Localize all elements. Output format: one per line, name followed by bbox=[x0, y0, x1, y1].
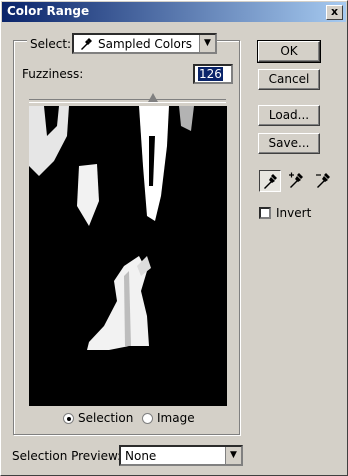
fuzziness-slider-thumb[interactable] bbox=[148, 93, 158, 102]
title-bar: Color Range x bbox=[2, 2, 346, 22]
fuzziness-slider-track[interactable] bbox=[29, 99, 226, 103]
preview-mask-image bbox=[29, 106, 227, 406]
ok-button[interactable]: OK bbox=[257, 40, 321, 63]
radio-selection-button[interactable] bbox=[63, 412, 74, 424]
invert-checkbox-box[interactable] bbox=[259, 207, 271, 219]
close-button[interactable]: x bbox=[326, 5, 343, 20]
invert-label: Invert bbox=[276, 206, 312, 220]
selection-preview-dropdown[interactable]: None ▼ bbox=[119, 445, 243, 466]
select-dropdown[interactable]: Sampled Colors ▼ bbox=[72, 33, 217, 54]
radio-image-button[interactable] bbox=[142, 412, 153, 424]
eyedropper-minus-icon[interactable] bbox=[313, 170, 335, 192]
select-value: Sampled Colors bbox=[98, 37, 193, 51]
fuzziness-input[interactable]: 126 bbox=[193, 64, 233, 84]
eyedropper-icon[interactable] bbox=[259, 170, 281, 192]
radio-image[interactable]: Image bbox=[142, 411, 195, 425]
load-button[interactable]: Load... bbox=[258, 105, 320, 126]
fuzziness-value: 126 bbox=[198, 67, 223, 81]
radio-selection[interactable]: Selection bbox=[63, 411, 133, 425]
cancel-button[interactable]: Cancel bbox=[258, 69, 320, 90]
radio-selection-label: Selection bbox=[78, 411, 134, 425]
radio-image-label: Image bbox=[157, 411, 195, 425]
selection-preview-image bbox=[29, 106, 227, 406]
chevron-down-icon[interactable]: ▼ bbox=[199, 35, 215, 52]
selection-preview-value: None bbox=[125, 449, 157, 463]
chevron-down-icon[interactable]: ▼ bbox=[225, 447, 241, 464]
invert-checkbox[interactable]: Invert bbox=[259, 206, 311, 220]
selection-preview-label: Selection Preview: bbox=[12, 449, 122, 463]
save-button[interactable]: Save... bbox=[258, 133, 320, 154]
select-label: Select: bbox=[27, 37, 75, 51]
window-title: Color Range bbox=[7, 4, 90, 18]
fuzziness-label: Fuzziness: bbox=[22, 67, 84, 81]
eyedropper-plus-icon[interactable] bbox=[286, 170, 308, 192]
eyedropper-icon bbox=[79, 37, 93, 54]
